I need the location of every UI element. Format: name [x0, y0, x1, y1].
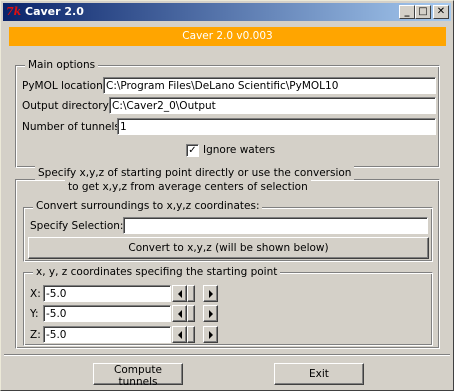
x-label: X: — [30, 288, 41, 300]
arrow-right-icon — [209, 331, 213, 339]
exit-button[interactable]: Exit — [274, 363, 364, 385]
arrow-left-icon — [178, 310, 182, 318]
y-decrease-button[interactable] — [172, 305, 187, 322]
number-of-tunnels-input[interactable] — [117, 118, 436, 135]
convert-group-label: Convert surroundings to x,y,z coordinate… — [33, 200, 263, 213]
output-directory-label: Output directory: — [22, 100, 112, 112]
convert-button[interactable]: Convert to x,y,z (will be shown below) — [28, 237, 429, 259]
x-increase-button[interactable] — [203, 285, 218, 302]
x-decrease-button[interactable] — [172, 285, 187, 302]
z-increase-button[interactable] — [203, 326, 218, 343]
x-slider-thumb[interactable] — [187, 285, 195, 302]
coordinates-group-label: x, y, z coordinates specifing the starti… — [33, 266, 281, 279]
window-title: Caver 2.0 — [25, 5, 84, 18]
version-banner: Caver 2.0 v0.003 — [9, 27, 446, 46]
y-increase-button[interactable] — [203, 305, 218, 322]
arrow-left-icon — [178, 331, 182, 339]
title-bar[interactable]: 7k Caver 2.0 _ □ ✕ — [3, 3, 451, 21]
selection-input[interactable] — [123, 217, 428, 234]
y-slider-thumb[interactable] — [187, 305, 195, 322]
starting-point-label-line2: to get x,y,z from average centers of sel… — [65, 180, 311, 194]
ignore-waters-label: Ignore waters — [203, 144, 276, 156]
z-label: Z: — [30, 329, 41, 341]
pymol-location-input[interactable] — [103, 77, 436, 94]
ignore-waters-checkbox[interactable]: ✓ — [186, 144, 199, 157]
compute-tunnels-button[interactable]: Compute tunnels — [93, 363, 183, 388]
arrow-right-icon — [209, 310, 213, 318]
main-options-label: Main options — [25, 59, 99, 72]
starting-point-label-line1: Specify x,y,z of starting point directly… — [35, 166, 355, 180]
specify-selection-label: Specify Selection: — [30, 220, 124, 232]
z-input[interactable] — [43, 326, 171, 343]
y-input[interactable] — [43, 305, 171, 322]
arrow-left-icon — [178, 290, 182, 298]
caver-window: 7k Caver 2.0 _ □ ✕ Caver 2.0 v0.003 Main… — [0, 0, 454, 391]
minimize-button[interactable]: _ — [399, 5, 415, 19]
z-decrease-button[interactable] — [172, 326, 187, 343]
arrow-right-icon — [209, 290, 213, 298]
tk-app-icon: 7k — [6, 5, 22, 18]
x-input[interactable] — [43, 285, 171, 302]
footer-separator — [4, 354, 450, 356]
z-slider-thumb[interactable] — [187, 326, 195, 343]
number-of-tunnels-label: Number of tunnels: — [22, 121, 124, 133]
pymol-location-label: PyMOL location: — [22, 80, 107, 92]
output-directory-input[interactable] — [109, 97, 436, 114]
y-label: Y: — [30, 308, 39, 320]
close-button[interactable]: ✕ — [433, 5, 449, 19]
checkmark-icon: ✓ — [188, 145, 197, 156]
maximize-button[interactable]: □ — [415, 5, 431, 19]
